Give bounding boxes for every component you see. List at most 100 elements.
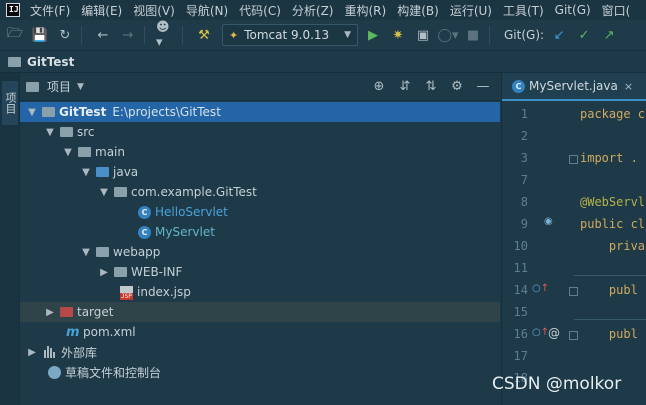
menu-navigate[interactable]: 导航(N) [186,2,228,19]
forward-arrow-icon[interactable]: → [118,25,138,45]
line-number: 1 [520,107,528,121]
expand-all-icon[interactable]: ⇵ [396,78,414,96]
chevron-down-icon[interactable]: ▼ [80,247,92,258]
tree-item-main[interactable]: ▼ main [20,142,500,162]
line-number: 11 [513,261,528,275]
tree-item-label: index.jsp [137,285,191,299]
tree-item-label: 草稿文件和控制台 [65,365,162,380]
build-hammer-icon[interactable]: ⚒ [194,25,214,45]
chevron-down-icon[interactable]: ▼ [62,147,74,158]
folder-icon [114,267,127,277]
at-annotation-icon[interactable]: @ [548,326,560,340]
tree-item-label: src [77,125,95,139]
line-number: 17 [513,349,528,363]
toolbar-separator [182,26,183,44]
tree-item-scratches[interactable]: 草稿文件和控制台 [20,362,500,382]
run-icon[interactable]: ▶ [363,25,383,45]
gear-icon[interactable]: ⚙ [448,78,466,96]
tree-item-webapp[interactable]: ▼ webapp [20,242,500,262]
menu-window[interactable]: 窗口( [602,2,631,19]
back-arrow-icon[interactable]: ← [93,25,113,45]
git-commit-icon[interactable]: ✓ [574,25,594,45]
project-panel-title[interactable]: 项目 [47,78,71,95]
code-line: @WebServl [580,195,646,209]
menu-code[interactable]: 代码(C) [239,2,281,19]
chevron-down-icon[interactable]: ▼ [77,82,84,92]
tree-item-label: HelloServlet [155,205,228,219]
menu-build[interactable]: 构建(B) [397,2,439,19]
tree-item-index-jsp[interactable]: JSP index.jsp [20,282,500,302]
project-panel-header: 项目 ▼ ⊕ ⇵ ⇅ ⚙ — [20,73,500,101]
minimize-icon[interactable]: — [474,78,492,96]
tree-item-src[interactable]: ▼ src [20,122,500,142]
run-configuration-select[interactable]: ✦ Tomcat 9.0.13 ▼ [222,24,358,46]
git-update-icon[interactable]: ↙ [549,25,569,45]
open-folder-icon[interactable]: 🗁 [5,25,25,45]
tree-item-target[interactable]: ▶ target [20,302,500,322]
override-icon[interactable]: ○↑ [532,327,549,338]
tree-item-java[interactable]: ▼ java [20,162,500,182]
project-tool-window-tab[interactable]: 项目 [2,81,18,125]
chevron-down-icon[interactable]: ▼ [44,127,56,138]
locate-target-icon[interactable]: ⊕ [370,78,388,96]
coverage-icon[interactable]: ▣ [413,25,433,45]
debug-bug-icon[interactable]: ✷ [388,25,408,45]
tree-item-label: 外部库 [61,345,98,360]
tree-item-helloservlet[interactable]: C HelloServlet [20,202,500,222]
line-number: 8 [520,195,528,209]
close-icon[interactable]: × [624,80,633,93]
stop-icon[interactable]: ■ [463,25,483,45]
chevron-down-icon[interactable]: ▼ [98,187,110,198]
git-label: Git(G): [504,28,545,42]
toolbar-separator [81,26,82,44]
sync-icon[interactable]: ↻ [55,25,75,45]
menu-edit[interactable]: 编辑(E) [81,2,122,19]
tree-item-label: webapp [113,245,161,259]
line-number: 3 [520,151,528,165]
collapse-all-icon[interactable]: ⇅ [422,78,440,96]
tree-item-label: com.example.GitTest [131,185,257,199]
save-all-icon[interactable]: 💾 [30,25,50,45]
fold-marker-icon[interactable] [569,155,578,164]
git-push-icon[interactable]: ↗ [599,25,619,45]
java-class-icon: C [138,205,151,219]
chevron-right-icon[interactable]: ▶ [98,267,110,278]
editor-gutter: 1 2 3 7 8 9 10 11 14 15 16 17 18 ◉ ○↑ ○↑… [502,103,578,405]
web-folder-icon [96,247,109,257]
breadcrumb-project[interactable]: GitTest [27,55,74,69]
tree-item-pom[interactable]: m pom.xml [20,322,500,342]
menu-run[interactable]: 运行(U) [450,2,492,19]
tree-item-web-inf[interactable]: ▶ WEB-INF [20,262,500,282]
line-number: 14 [513,283,528,297]
code-line: public cl [580,217,646,231]
code-area[interactable]: package c import . @WebServl public cl p… [580,103,646,405]
fold-marker-icon[interactable] [569,331,578,340]
menu-git[interactable]: Git(G) [555,3,591,17]
menu-file[interactable]: 文件(F) [30,2,70,19]
editor-area: C MyServlet.java × 1 2 3 7 8 9 10 11 14 … [501,73,646,405]
menu-refactor[interactable]: 重构(R) [345,2,387,19]
tree-item-package[interactable]: ▼ com.example.GitTest [20,182,500,202]
fold-marker-icon[interactable] [569,287,578,296]
chevron-down-icon[interactable]: ▼ [80,167,92,178]
tree-item-path: E:\projects\GitTest [112,105,221,119]
user-icon[interactable]: ☻▾ [156,20,176,50]
excluded-folder-icon [60,307,73,317]
folder-icon [78,147,91,157]
menu-view[interactable]: 视图(V) [133,2,175,19]
toolbar-separator [144,26,145,44]
menu-tools[interactable]: 工具(T) [503,2,544,19]
web-servlet-gutter-icon[interactable]: ◉ [544,216,553,227]
tree-item-myservlet[interactable]: C MyServlet [20,222,500,242]
tree-item-gittest[interactable]: ▼ GitTest E:\projects\GitTest [20,102,500,122]
tree-item-label: pom.xml [83,325,136,339]
chevron-down-icon[interactable]: ▼ [26,107,38,118]
chevron-right-icon[interactable]: ▶ [26,347,38,358]
profile-icon[interactable]: ◯▾ [437,25,458,45]
menu-analyze[interactable]: 分析(Z) [292,2,334,19]
editor-tab-myservlet[interactable]: C MyServlet.java × [502,73,646,101]
chevron-right-icon[interactable]: ▶ [44,307,56,318]
override-icon[interactable]: ○↑ [532,283,549,294]
java-class-icon: C [138,225,151,239]
tree-item-external-libraries[interactable]: ▶ 外部库 [20,342,500,362]
